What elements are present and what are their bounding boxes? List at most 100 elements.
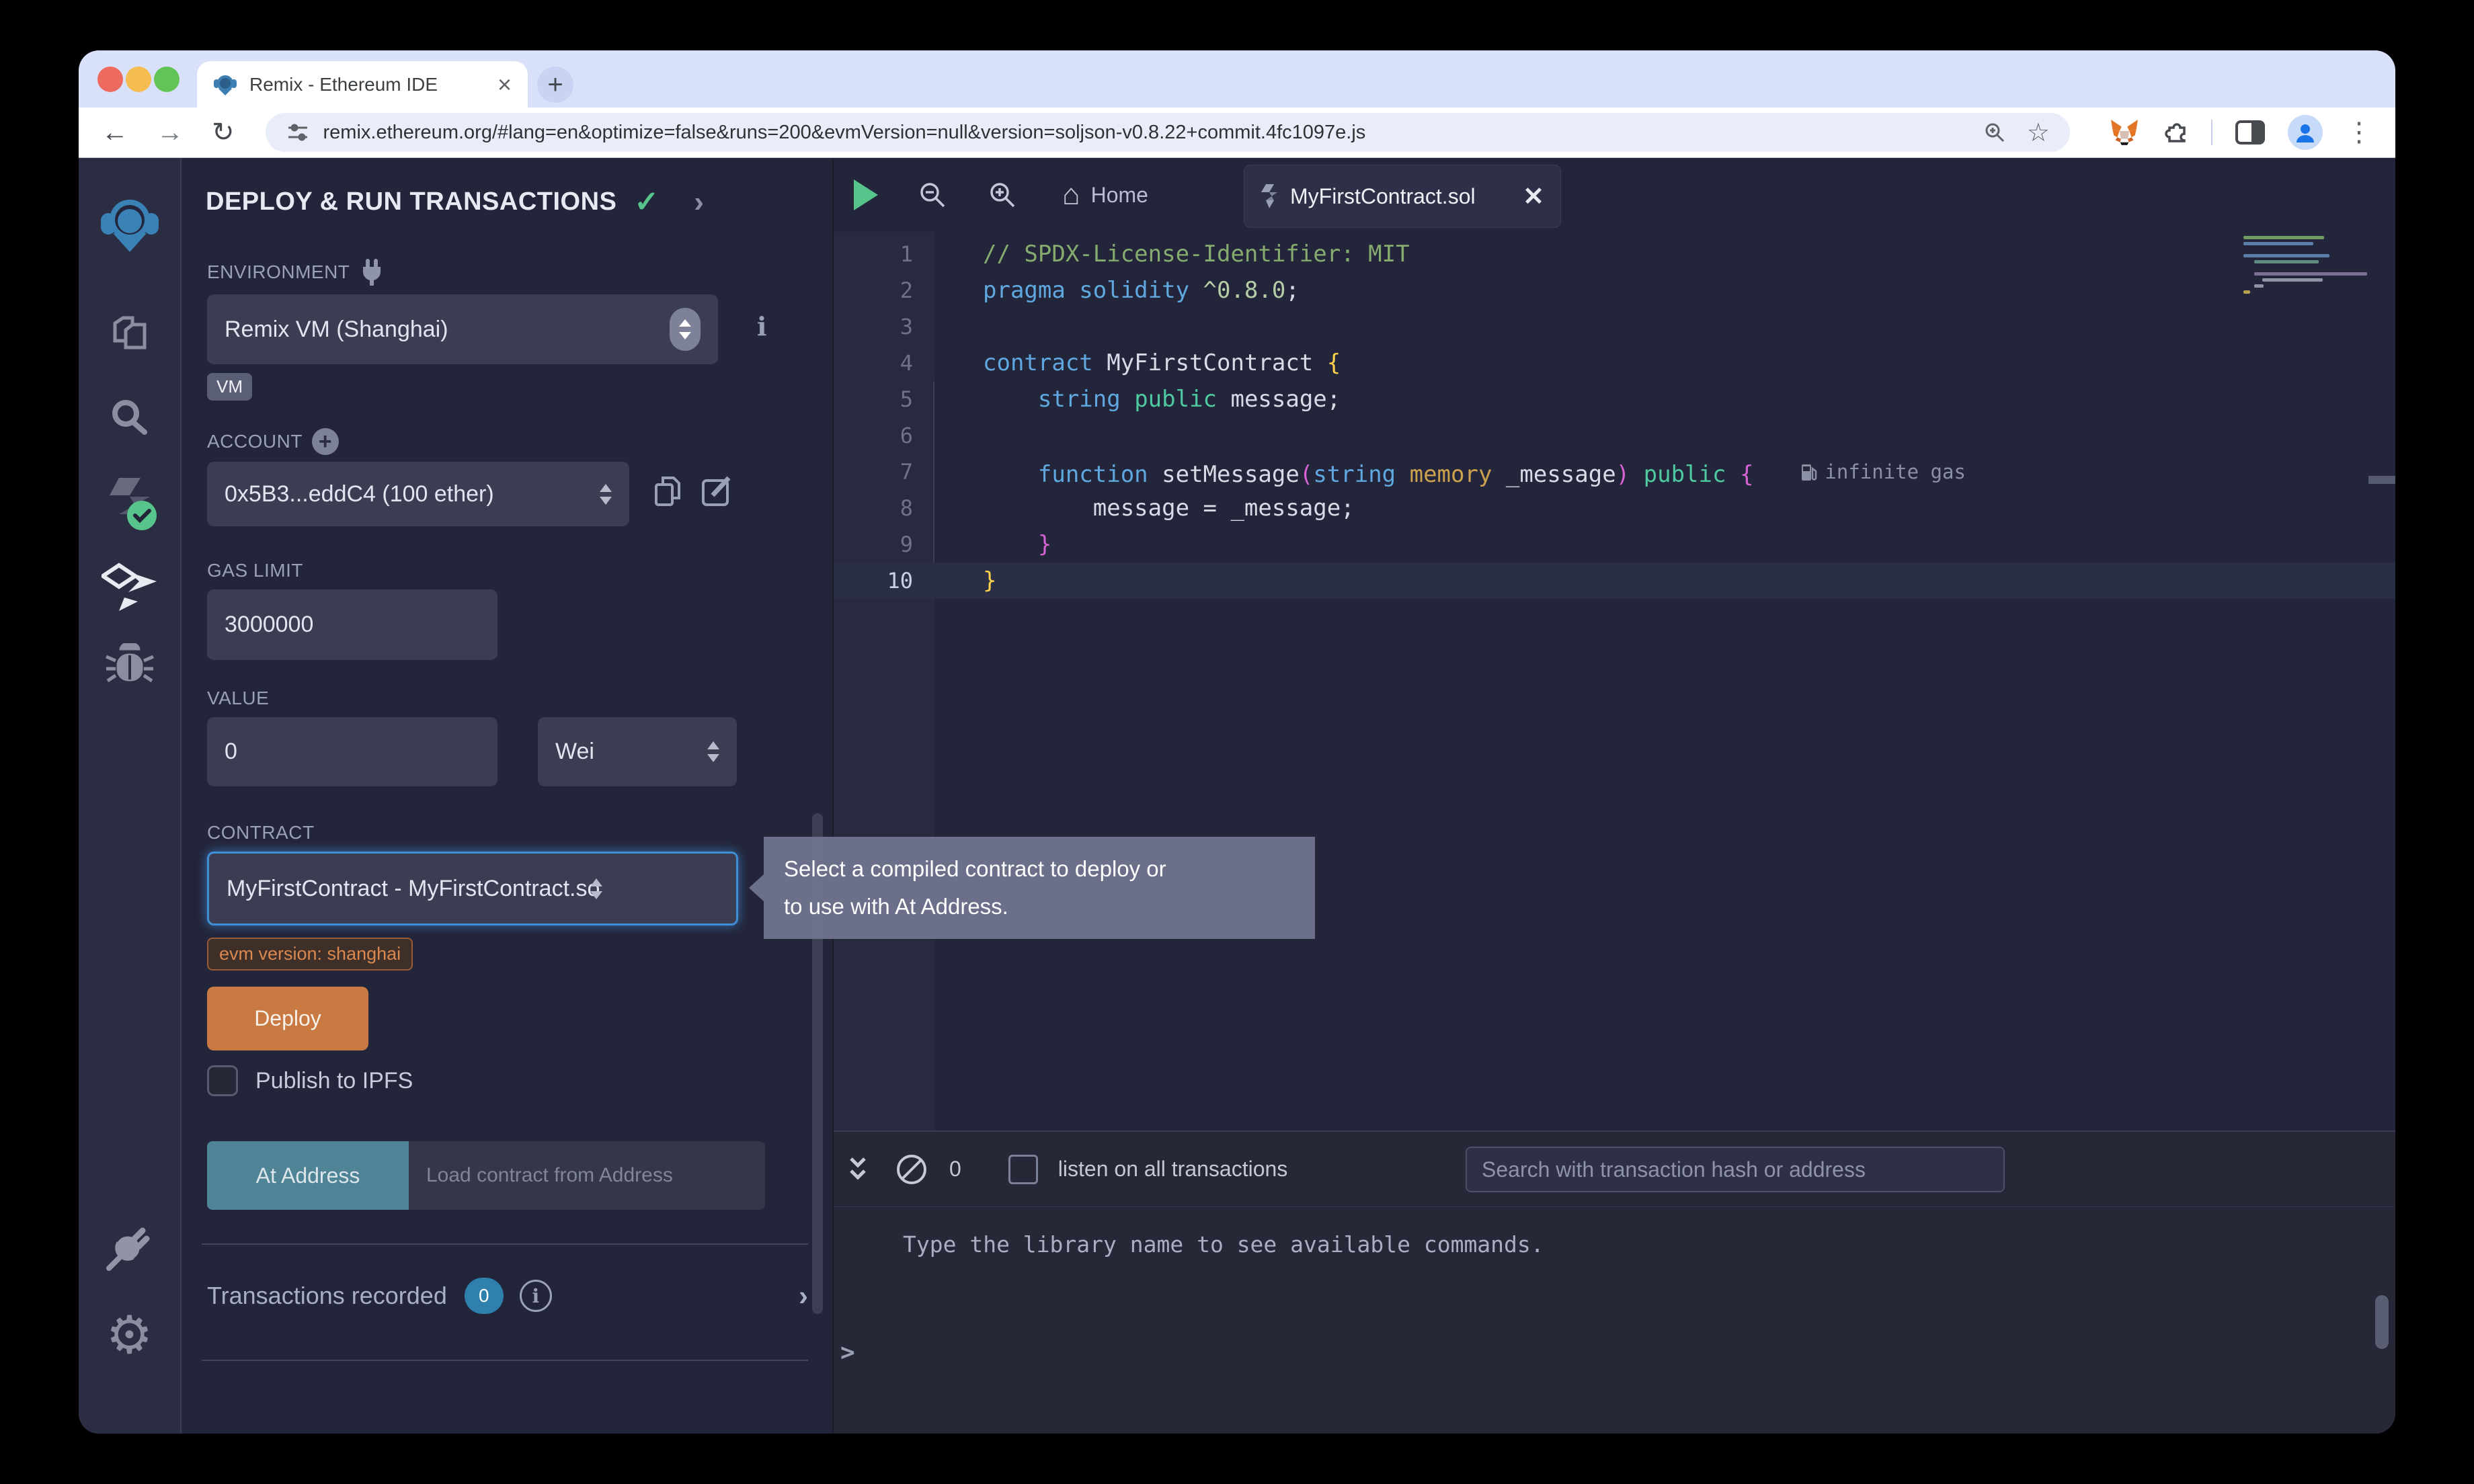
listen-transactions-label: listen on all transactions bbox=[1058, 1157, 1288, 1182]
code-line: contract MyFirstContract { bbox=[983, 345, 1341, 381]
edit-account-icon[interactable] bbox=[701, 474, 733, 507]
select-spinner-icon bbox=[670, 308, 701, 351]
plug-icon bbox=[360, 259, 383, 286]
window-close-button[interactable] bbox=[97, 67, 123, 92]
editor-scrollbar[interactable] bbox=[2368, 476, 2395, 484]
at-address-input[interactable] bbox=[426, 1164, 748, 1187]
terminal-toolbar: 0 listen on all transactions bbox=[834, 1132, 2395, 1207]
at-address-button[interactable]: At Address bbox=[207, 1141, 409, 1210]
environment-info-icon[interactable]: i bbox=[757, 311, 766, 341]
line-number: 1 bbox=[834, 236, 913, 272]
gas-limit-input-wrap bbox=[207, 589, 497, 660]
forward-icon[interactable]: → bbox=[157, 119, 184, 146]
zoom-in-icon[interactable] bbox=[987, 179, 1018, 210]
editor-minimap[interactable] bbox=[2243, 236, 2368, 296]
contract-select[interactable]: MyFirstContract - MyFirstContract.so bbox=[207, 852, 738, 925]
run-script-icon[interactable] bbox=[854, 179, 878, 210]
value-input[interactable] bbox=[225, 739, 480, 765]
browser-tabstrip: Remix - Ethereum IDE × + bbox=[79, 50, 2395, 108]
account-select[interactable]: 0x5B3...eddC4 (100 ether) bbox=[207, 462, 629, 526]
file-explorer-icon[interactable] bbox=[106, 311, 154, 360]
terminal-search-input[interactable] bbox=[1482, 1157, 1989, 1182]
side-panel-icon[interactable] bbox=[2235, 120, 2265, 145]
line-number: 9 bbox=[834, 526, 913, 563]
tab-close-icon[interactable]: × bbox=[497, 73, 512, 97]
site-info-icon[interactable] bbox=[286, 120, 310, 145]
zoom-page-icon[interactable] bbox=[1983, 120, 2007, 145]
terminal-scrollbar[interactable] bbox=[2375, 1295, 2389, 1349]
panel-collapse-icon[interactable]: › bbox=[694, 186, 704, 219]
solidity-compiler-icon[interactable] bbox=[103, 474, 157, 536]
remix-logo-icon bbox=[99, 196, 160, 255]
remix-app: ⚙ DEPLOY & RUN TRANSACTIONS ✓ › ENVIRONM… bbox=[79, 158, 2395, 1434]
transactions-expand-icon[interactable]: › bbox=[799, 1280, 808, 1312]
gas-limit-input[interactable] bbox=[225, 612, 480, 638]
publish-ipfs-label: Publish to IPFS bbox=[255, 1068, 413, 1094]
code-line: function setMessage(string memory _messa… bbox=[983, 454, 1966, 490]
code-line: string public message; bbox=[983, 381, 1341, 417]
code-line: } bbox=[983, 526, 1051, 563]
solidity-file-icon bbox=[1261, 183, 1278, 210]
tab-title: Remix - Ethereum IDE bbox=[249, 74, 497, 95]
window-zoom-button[interactable] bbox=[154, 67, 179, 92]
new-tab-button[interactable]: + bbox=[537, 67, 573, 103]
value-label: VALUE bbox=[207, 688, 269, 709]
tab-file-active[interactable]: MyFirstContract.sol ✕ bbox=[1244, 165, 1561, 228]
select-arrows-icon bbox=[707, 741, 719, 762]
tab-home[interactable]: ⌂ Home bbox=[1062, 178, 1148, 212]
menu-kebab-icon[interactable]: ⋮ bbox=[2346, 117, 2372, 148]
home-icon: ⌂ bbox=[1062, 178, 1080, 212]
contract-value: MyFirstContract - MyFirstContract.so bbox=[227, 876, 600, 902]
panel-check-icon: ✓ bbox=[634, 185, 659, 219]
environment-select[interactable]: Remix VM (Shanghai) bbox=[207, 294, 718, 364]
reload-icon[interactable]: ↻ bbox=[212, 119, 235, 146]
file-tab-label: MyFirstContract.sol bbox=[1290, 184, 1476, 209]
extensions-icon[interactable] bbox=[2161, 119, 2188, 146]
terminal-prompt[interactable]: > bbox=[840, 1339, 855, 1366]
code-line: // SPDX-License-Identifier: MIT bbox=[983, 236, 1410, 272]
deploy-and-run-icon[interactable] bbox=[102, 561, 158, 615]
transactions-count-badge: 0 bbox=[465, 1278, 504, 1314]
copy-account-icon[interactable] bbox=[652, 474, 683, 509]
icon-rail: ⚙ bbox=[79, 158, 182, 1434]
transactions-info-icon[interactable]: i bbox=[520, 1280, 552, 1312]
file-tab-close-icon[interactable]: ✕ bbox=[1523, 181, 1544, 212]
terminal-search-wrap bbox=[1466, 1147, 2005, 1192]
publish-ipfs-checkbox[interactable] bbox=[207, 1065, 238, 1096]
add-account-icon[interactable]: + bbox=[312, 428, 339, 455]
back-icon[interactable]: ← bbox=[102, 119, 128, 146]
select-arrows-icon bbox=[600, 484, 612, 505]
profile-avatar[interactable] bbox=[2288, 115, 2323, 150]
address-bar[interactable]: remix.ethereum.org/#lang=en&optimize=fal… bbox=[266, 113, 2070, 152]
line-number: 7 bbox=[834, 454, 913, 490]
gas-estimate-annotation: infinite gas bbox=[1800, 454, 1966, 490]
editor-toolbar: ⌂ Home MyFirstContract.sol ✕ bbox=[834, 158, 2395, 232]
line-number: 2 bbox=[834, 272, 913, 308]
line-number: 5 bbox=[834, 381, 913, 417]
bookmark-star-icon[interactable]: ☆ bbox=[2027, 118, 2050, 148]
code-line: pragma solidity ^0.8.0; bbox=[983, 272, 1300, 308]
debugger-icon[interactable] bbox=[105, 643, 155, 690]
terminal: 0 listen on all transactions Type the li… bbox=[834, 1130, 2395, 1434]
panel-divider bbox=[202, 1360, 808, 1361]
account-label: ACCOUNT bbox=[207, 431, 303, 452]
listen-transactions-checkbox[interactable] bbox=[1008, 1155, 1038, 1184]
plugin-manager-icon[interactable] bbox=[104, 1220, 156, 1272]
settings-gear-icon[interactable]: ⚙ bbox=[106, 1309, 153, 1361]
clear-console-icon[interactable] bbox=[897, 1155, 926, 1184]
metamask-icon[interactable] bbox=[2110, 119, 2139, 146]
active-line-highlight bbox=[834, 563, 2395, 599]
browser-toolbar: ← → ↻ remix.ethereum.org/#lang=en&optimi… bbox=[79, 108, 2395, 158]
value-unit-select[interactable]: Wei bbox=[538, 717, 737, 786]
expand-terminal-icon[interactable] bbox=[844, 1153, 871, 1186]
deploy-button[interactable]: Deploy bbox=[207, 987, 368, 1050]
search-icon[interactable] bbox=[106, 395, 154, 443]
code-editor[interactable]: 12345678910 // SPDX-License-Identifier: … bbox=[834, 232, 2395, 1130]
select-arrows-icon bbox=[590, 878, 602, 899]
zoom-out-icon[interactable] bbox=[917, 179, 948, 210]
window-minimize-button[interactable] bbox=[126, 67, 151, 92]
main-area: ⌂ Home MyFirstContract.sol ✕ 12345678910… bbox=[834, 158, 2395, 1434]
terminal-log: Type the library name to see available c… bbox=[903, 1231, 2395, 1258]
browser-tab[interactable]: Remix - Ethereum IDE × bbox=[197, 61, 528, 108]
value-unit: Wei bbox=[555, 739, 594, 765]
